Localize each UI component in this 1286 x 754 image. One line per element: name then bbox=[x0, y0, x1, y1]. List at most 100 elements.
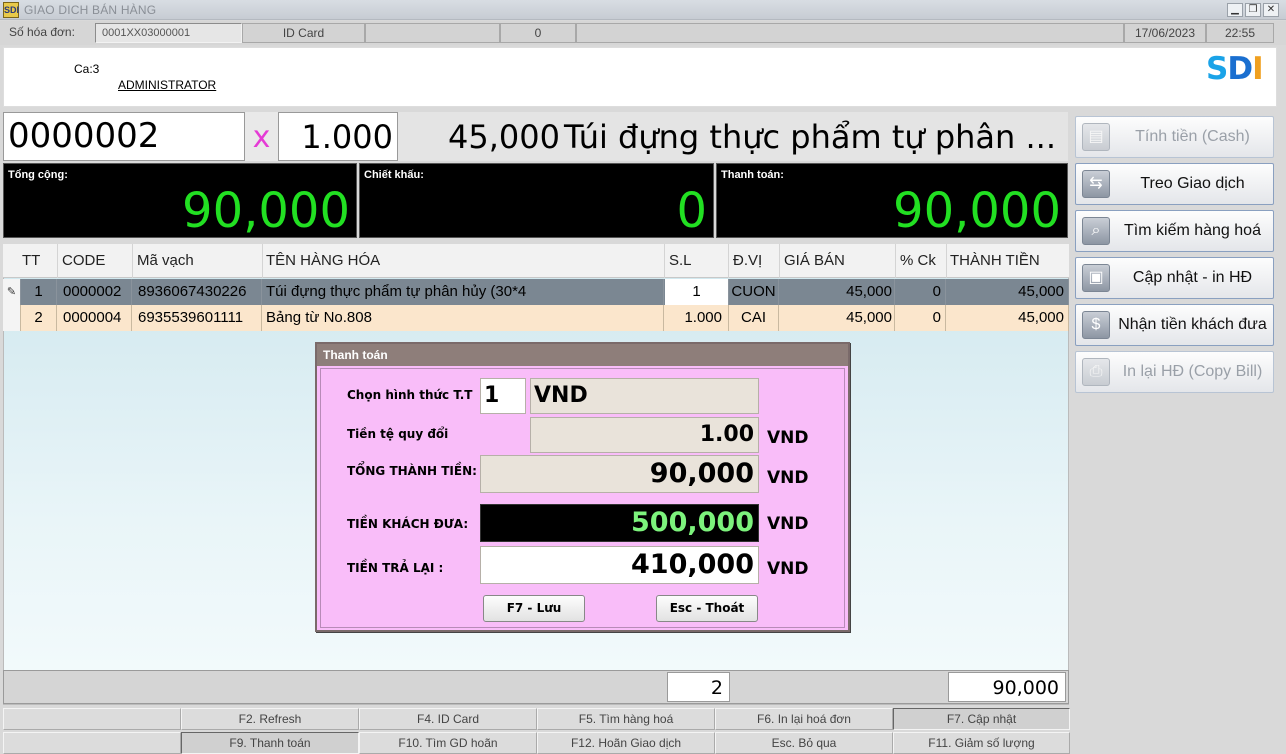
payment-method-code-input[interactable]: 1 bbox=[480, 378, 526, 414]
col-header-price[interactable]: GIÁ BÁN bbox=[784, 252, 845, 269]
cell-unit: CUON bbox=[729, 279, 779, 305]
hold-transaction-label: Treo Giao dịch bbox=[1140, 175, 1245, 192]
change-label: TIỀN TRẢ LẠI : bbox=[347, 561, 444, 575]
reprint-bill-label: In lại HĐ (Copy Bill) bbox=[1122, 363, 1263, 380]
grand-total-unit: VND bbox=[767, 468, 809, 488]
discount-label: Chiết khấu: bbox=[364, 169, 424, 181]
amount-given-unit: VND bbox=[767, 514, 809, 534]
invoice-label: Số hóa đơn: bbox=[9, 25, 75, 39]
invoice-number-field: 0001XX03000001 bbox=[95, 23, 242, 43]
restore-icon[interactable]: ❐ bbox=[1245, 3, 1261, 17]
hold-transaction-button[interactable]: ⇆ Treo Giao dịch bbox=[1075, 163, 1274, 205]
grand-total-field: 90,000 bbox=[480, 455, 759, 493]
fkey-payment[interactable]: F9. Thanh toán bbox=[181, 732, 359, 754]
logo-letter-d: D bbox=[1227, 51, 1253, 87]
col-header-amount[interactable]: THÀNH TIỀN bbox=[950, 252, 1040, 269]
total-value: 90,000 bbox=[182, 183, 350, 239]
payment-currency-select[interactable]: VND bbox=[530, 378, 759, 414]
table-row[interactable]: ✎ 1 0000002 8936067430226 Túi đựng thực … bbox=[3, 279, 1069, 305]
current-item-price: 45,000 bbox=[448, 118, 560, 156]
grid-footer bbox=[3, 670, 1069, 704]
fkey-find-held[interactable]: F10. Tìm GD hoãn bbox=[359, 732, 537, 754]
cash-checkout-label: Tính tiền (Cash) bbox=[1135, 128, 1250, 145]
cell-price: 45,000 bbox=[779, 279, 895, 305]
discount-value: 0 bbox=[676, 183, 707, 239]
cell-amount: 45,000 bbox=[946, 305, 1069, 331]
date-display: 17/06/2023 bbox=[1124, 23, 1206, 43]
cell-code: 0000004 bbox=[57, 305, 132, 331]
minimize-icon[interactable]: ▁ bbox=[1227, 3, 1243, 17]
receive-money-label: Nhận tiền khách đưa bbox=[1118, 316, 1267, 333]
close-icon[interactable]: ✕ bbox=[1263, 3, 1279, 17]
header-panel: Ca:3 ADMINISTRATOR SDI bbox=[3, 47, 1277, 107]
col-header-discount[interactable]: % Ck bbox=[900, 252, 936, 269]
info-spacer bbox=[576, 23, 1124, 43]
fkey-blank-2 bbox=[3, 732, 181, 754]
title-bar: SDI GIAO DICH BÁN HÀNG ▁ ❐ ✕ bbox=[0, 0, 1286, 20]
receive-money-button[interactable]: $ Nhận tiền khách đưa bbox=[1075, 304, 1274, 346]
amount-given-label: TIỀN KHÁCH ĐƯA: bbox=[347, 517, 469, 531]
amount-given-input[interactable]: 500,000 bbox=[480, 504, 759, 542]
exchange-rate-unit: VND bbox=[767, 428, 809, 448]
col-header-tt[interactable]: TT bbox=[22, 252, 40, 269]
fkey-refresh[interactable]: F2. Refresh bbox=[181, 708, 359, 730]
info-row: Số hóa đơn: 0001XX03000001 ID Card 0 17/… bbox=[0, 21, 1286, 45]
payment-label: Thanh toán: bbox=[721, 169, 784, 181]
total-label: Tổng cộng: bbox=[8, 169, 68, 181]
change-unit: VND bbox=[767, 559, 809, 579]
fkey-idcard[interactable]: F4. ID Card bbox=[359, 708, 537, 730]
payment-panel: Thanh toán: 90,000 bbox=[716, 163, 1068, 239]
user-label: ADMINISTRATOR bbox=[118, 78, 217, 92]
search-product-button[interactable]: ⌕ Tìm kiếm hàng hoá bbox=[1075, 210, 1274, 252]
fkey-cancel[interactable]: Esc. Bỏ qua bbox=[715, 732, 893, 754]
exchange-rate-label: Tiền tệ quy đổi bbox=[347, 427, 449, 441]
save-button[interactable]: F7 - Lưu bbox=[483, 595, 585, 622]
reprint-bill-button[interactable]: ⎙ In lại HĐ (Copy Bill) bbox=[1075, 351, 1274, 393]
cell-unit: CAI bbox=[729, 305, 779, 331]
row-edit-icon: ✎ bbox=[3, 279, 21, 305]
logo-letter-i: I bbox=[1252, 51, 1264, 87]
exit-button[interactable]: Esc - Thoát bbox=[656, 595, 758, 622]
col-header-name[interactable]: TÊN HÀNG HÓA bbox=[266, 252, 380, 269]
cell-qty: 1.000 bbox=[665, 305, 729, 331]
update-print-button[interactable]: ▣ Cập nhật - in HĐ bbox=[1075, 257, 1274, 299]
grid-header: TT CODE Mã vạch TÊN HÀNG HÓA S.L Đ.VỊ GI… bbox=[3, 244, 1069, 278]
fkey-decrease-qty[interactable]: F11. Giảm số lượng bbox=[893, 732, 1070, 754]
fkey-hold-transaction[interactable]: F12. Hoãn Giao dịch bbox=[537, 732, 715, 754]
idcard-field[interactable] bbox=[365, 23, 500, 43]
time-display: 22:55 bbox=[1206, 23, 1274, 43]
fkey-find-product[interactable]: F5. Tìm hàng hoá bbox=[537, 708, 715, 730]
current-item-display: 45,000 Túi đựng thực phẩm tự phân ... bbox=[398, 112, 1068, 161]
cell-tt: 2 bbox=[21, 305, 57, 331]
hold-transaction-icon: ⇆ bbox=[1082, 170, 1110, 198]
item-count: 0 bbox=[500, 23, 576, 43]
payment-value: 90,000 bbox=[893, 183, 1061, 239]
cash-checkout-button[interactable]: ▤ Tính tiền (Cash) bbox=[1075, 116, 1274, 158]
shift-label: Ca:3 bbox=[74, 62, 100, 76]
quantity-input[interactable]: 1.000 bbox=[278, 112, 398, 161]
search-product-label: Tìm kiếm hàng hoá bbox=[1124, 222, 1261, 239]
discount-panel: Chiết khấu: 0 bbox=[359, 163, 714, 239]
cell-qty-editor[interactable]: 1 bbox=[665, 279, 729, 305]
window-title: GIAO DICH BÁN HÀNG bbox=[24, 3, 157, 17]
cell-barcode: 6935539601111 bbox=[132, 305, 262, 331]
cell-name: Bảng từ No.808 bbox=[262, 305, 664, 331]
cell-tt: 1 bbox=[21, 279, 57, 305]
col-header-barcode[interactable]: Mã vạch bbox=[137, 252, 194, 269]
table-row[interactable]: 2 0000004 6935539601111 Bảng từ No.808 1… bbox=[3, 305, 1069, 331]
product-code-input[interactable]: 0000002 bbox=[3, 112, 245, 161]
col-header-unit[interactable]: Đ.VỊ bbox=[733, 252, 762, 269]
col-header-code[interactable]: CODE bbox=[62, 252, 105, 269]
total-panel: Tổng cộng: 90,000 bbox=[3, 163, 357, 239]
col-header-qty[interactable]: S.L bbox=[669, 252, 692, 269]
cell-discount: 0 bbox=[895, 279, 946, 305]
printer-icon: ⎙ bbox=[1082, 358, 1110, 386]
magnifier-icon: ⌕ bbox=[1082, 217, 1110, 245]
cell-discount: 0 bbox=[895, 305, 946, 331]
grand-total-label: TỔNG THÀNH TIỀN: bbox=[347, 464, 477, 478]
fkey-update[interactable]: F7. Cập nhật bbox=[893, 708, 1070, 730]
multiply-label: x bbox=[245, 112, 278, 161]
fkey-blank bbox=[3, 708, 181, 730]
fkey-reprint[interactable]: F6. In lại hoá đơn bbox=[715, 708, 893, 730]
cell-code: 0000002 bbox=[57, 279, 132, 305]
